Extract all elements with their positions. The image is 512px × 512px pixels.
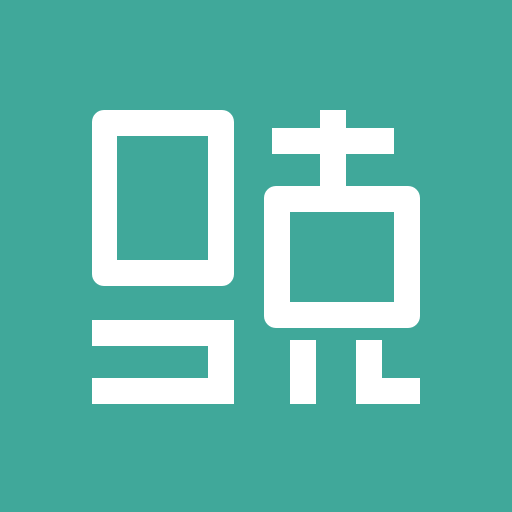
icon-background	[0, 0, 512, 512]
right-leg-left	[290, 340, 316, 404]
app-icon	[0, 0, 512, 512]
layout-glyph-icon	[0, 0, 512, 512]
